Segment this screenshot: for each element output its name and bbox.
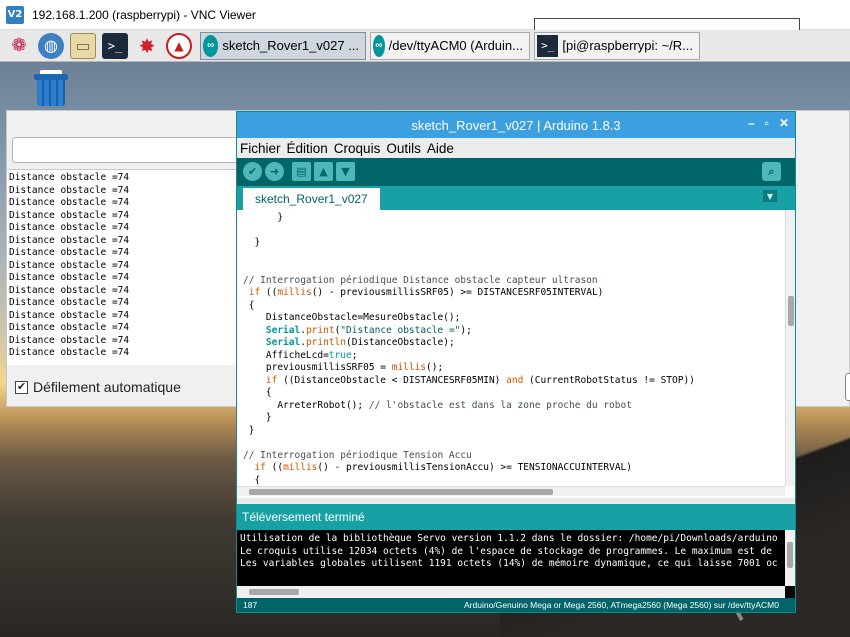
vnc-logo-icon: V2 [6, 5, 24, 24]
trash-icon[interactable] [34, 70, 68, 106]
serial-line: Distance obstacle =74 [9, 197, 130, 208]
console-horizontal-scrollbar[interactable] [237, 586, 785, 598]
taskbar-task-serial[interactable]: ∞ /dev/ttyACM0 (Arduin... [370, 31, 530, 60]
serial-line: Distance obstacle =74 [9, 347, 130, 358]
terminal-icon[interactable]: >_ [102, 32, 128, 59]
footer-board-info: Arduino/Genuino Mega or Mega 2560, ATmeg… [464, 600, 779, 610]
taskbar-task-sketch[interactable]: ∞ sketch_Rover1_v027 ... [200, 31, 366, 60]
ide-toolbar: ✔ ➜ ▤ ▲ ▼ ⌕ [237, 158, 795, 186]
raspberry-menu-icon[interactable]: ❁ [6, 33, 32, 59]
maximize-icon[interactable]: ▫ [765, 116, 769, 130]
verify-icon[interactable]: ✔ [243, 162, 262, 181]
serial-output: Distance obstacle =74 Distance obstacle … [7, 169, 239, 365]
ide-title-bar: sketch_Rover1_v027 | Arduino 1.8.3 – ▫ ✕ [237, 112, 795, 138]
close-icon[interactable]: ✕ [779, 116, 789, 130]
serial-line: Distance obstacle =74 [9, 322, 130, 333]
line-ending-select[interactable] [845, 373, 850, 401]
serial-monitor-icon[interactable]: ⌕ [762, 162, 781, 181]
code-editor[interactable]: } } // Interrogation périodique Distance… [237, 210, 795, 498]
menu-edition[interactable]: Édition [287, 141, 328, 156]
serial-line: Distance obstacle =74 [9, 272, 130, 283]
taskbar-task-label: /dev/ttyACM0 (Arduin... [388, 38, 523, 53]
ide-tab-bar: sketch_Rover1_v027 ▼ [237, 186, 795, 210]
code-text[interactable]: } } // Interrogation périodique Distance… [237, 212, 785, 484]
minimize-icon[interactable]: – [748, 116, 755, 130]
menu-outils[interactable]: Outils [386, 141, 421, 156]
open-icon[interactable]: ▲ [314, 162, 333, 181]
web-browser-icon[interactable]: ◍ [38, 32, 64, 59]
menu-fichier[interactable]: Fichier [240, 141, 281, 156]
taskbar-task-label: sketch_Rover1_v027 ... [222, 38, 359, 53]
terminal-icon: >_ [537, 34, 559, 57]
taskbar-task-label: [pi@raspberrypi: ~/R... [562, 38, 693, 53]
autoscroll-option[interactable]: ✔ Défilement automatique [15, 379, 181, 395]
serial-line: Distance obstacle =74 [9, 234, 130, 246]
menu-croquis[interactable]: Croquis [334, 141, 381, 156]
arduino-icon: ∞ [203, 34, 219, 57]
editor-vertical-scrollbar[interactable] [785, 210, 795, 486]
serial-line: Distance obstacle =74 [9, 247, 130, 258]
ide-status-message: Téléversement terminé [237, 504, 795, 530]
file-manager-icon[interactable]: ▭ [70, 32, 96, 59]
ide-footer: 187 Arduino/Genuino Mega or Mega 2560, A… [237, 598, 795, 612]
autoscroll-label: Défilement automatique [33, 379, 181, 395]
serial-line: Distance obstacle =74 [9, 259, 130, 271]
taskbar: ❁ ◍ ▭ >_ ✸ ▲ ∞ sketch_Rover1_v027 ... ∞ … [0, 30, 850, 62]
ide-window-title: sketch_Rover1_v027 | Arduino 1.8.3 [411, 117, 621, 133]
console-line: Les variables globales utilisent 1191 oc… [240, 558, 778, 569]
arduino-ide-window: sketch_Rover1_v027 | Arduino 1.8.3 – ▫ ✕… [236, 111, 796, 613]
tab-menu-icon[interactable]: ▼ [763, 190, 777, 202]
serial-line: Distance obstacle =74 [9, 222, 130, 233]
vnc-window-title: 192.168.1.200 (raspberrypi) - VNC Viewer [32, 7, 256, 22]
autoscroll-checkbox[interactable]: ✔ [15, 380, 28, 394]
serial-line: Distance obstacle =74 [9, 284, 130, 296]
taskbar-task-terminal[interactable]: >_ [pi@raspberrypi: ~/R... [534, 31, 700, 60]
serial-line: Distance obstacle =74 [9, 309, 130, 321]
serial-line: Distance obstacle =74 [9, 297, 130, 308]
mathematica-icon[interactable]: ✸ [134, 33, 160, 59]
arduino-icon: ∞ [373, 34, 385, 57]
serial-line: Distance obstacle =74 [9, 334, 130, 346]
footer-line-number: 187 [243, 600, 258, 610]
editor-horizontal-scrollbar[interactable] [237, 486, 785, 496]
console-line: Le croquis utilise 12034 octets (4%) de … [240, 545, 772, 557]
console-line: Utilisation de la bibliothèque Servo ver… [240, 533, 778, 544]
new-icon[interactable]: ▤ [292, 162, 311, 181]
upload-icon[interactable]: ➜ [265, 162, 284, 181]
save-icon[interactable]: ▼ [336, 162, 355, 181]
tab-sketch[interactable]: sketch_Rover1_v027 [243, 188, 380, 210]
serial-line: Distance obstacle =74 [9, 172, 130, 183]
serial-line: Distance obstacle =74 [9, 209, 130, 221]
wolfram-icon[interactable]: ▲ [166, 32, 192, 59]
ide-console: Utilisation de la bibliothèque Servo ver… [237, 530, 795, 598]
serial-send-input[interactable] [12, 137, 248, 163]
menu-aide[interactable]: Aide [427, 141, 454, 156]
console-vertical-scrollbar[interactable] [785, 530, 795, 586]
ide-menu-bar: Fichier Édition Croquis Outils Aide [237, 138, 795, 158]
serial-line: Distance obstacle =74 [9, 184, 130, 196]
